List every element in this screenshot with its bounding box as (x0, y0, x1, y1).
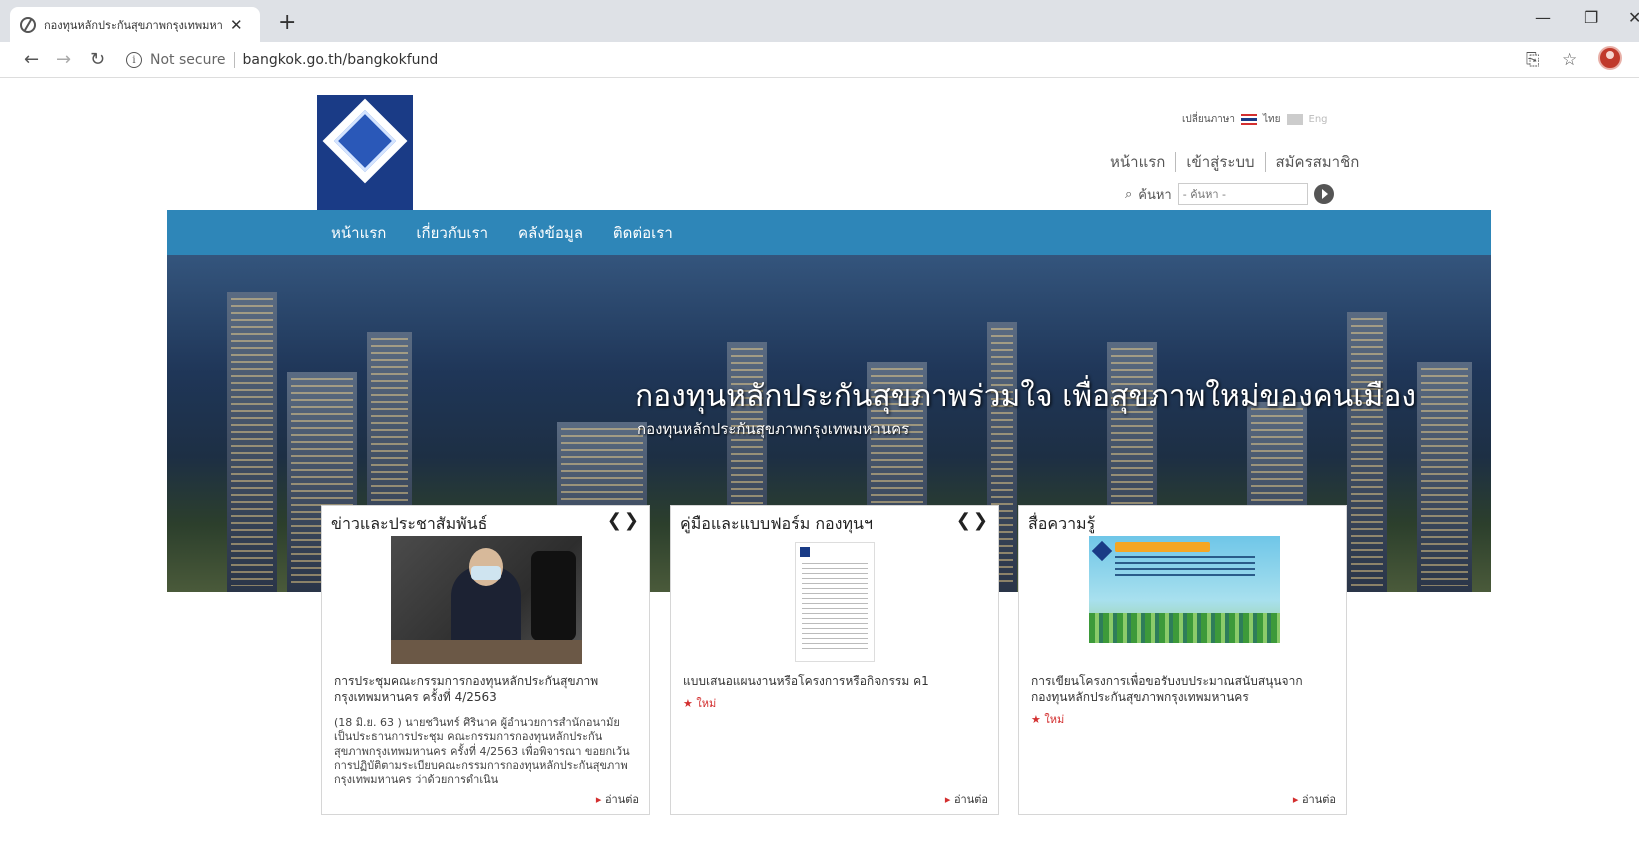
card-headline[interactable]: แบบเสนอแผนงานหรือโครงการหรือกิจกรรม ค1 (683, 674, 983, 690)
profile-avatar[interactable] (1598, 46, 1622, 70)
skyline-building (1417, 362, 1472, 592)
news-card: ข่าวและประชาสัมพันธ์ ❮ ❯ การประชุมคณะกรรม… (321, 505, 650, 815)
search-icon: ⌕ (1125, 186, 1133, 202)
forms-card: คู่มือและแบบฟอร์ม กองทุนฯ ❮ ❯ แบบเสนอแผนง… (670, 505, 999, 815)
close-window-icon[interactable]: ✕ (1628, 8, 1639, 27)
lang-en[interactable]: Eng (1309, 114, 1328, 125)
back-icon[interactable]: ← (24, 49, 39, 70)
url-text[interactable]: bangkok.go.th/bangkokfund (243, 52, 439, 68)
nav-about[interactable]: เกี่ยวกับเรา (416, 221, 488, 245)
news-photo[interactable] (391, 536, 582, 664)
browser-tab[interactable]: กองทุนหลักประกันสุขภาพกรุงเทพมหา... ✕ (10, 7, 260, 42)
thai-flag-icon[interactable] (1241, 114, 1258, 125)
prev-arrow-icon[interactable]: ❮ (607, 510, 622, 531)
site-logo[interactable] (317, 95, 413, 219)
english-flag-icon[interactable] (1286, 114, 1303, 125)
next-arrow-icon[interactable]: ❯ (973, 510, 988, 531)
card-title: คู่มือและแบบฟอร์ม กองทุนฯ (680, 514, 873, 533)
top-links: หน้าแรก เข้าสู่ระบบ สมัครสมาชิก (1100, 150, 1369, 174)
card-title: ข่าวและประชาสัมพันธ์ (331, 514, 488, 533)
reload-icon[interactable]: ↻ (90, 49, 105, 70)
card-pager: ❮ ❯ (605, 510, 639, 531)
nav-contact[interactable]: ติดต่อเรา (613, 221, 673, 245)
minimize-icon[interactable]: — (1535, 8, 1551, 27)
translate-icon[interactable]: ⎘ (1526, 50, 1540, 70)
globe-icon (20, 16, 36, 33)
nav-home[interactable]: หน้าแรก (331, 221, 386, 245)
knowledge-card: สื่อความรู้ การเขียนโครงการเพื่อขอรับงบป… (1018, 505, 1347, 815)
close-tab-icon[interactable]: ✕ (230, 16, 243, 34)
card-headline[interactable]: การประชุมคณะกรรมการกองทุนหลักประกันสุขภา… (334, 674, 634, 705)
next-arrow-icon[interactable]: ❯ (624, 510, 639, 531)
search-bar: ⌕ ค้นหา (1125, 183, 1334, 205)
lang-label: เปลี่ยนภาษา (1182, 114, 1236, 125)
search-label: ค้นหา (1138, 187, 1172, 203)
restore-icon[interactable]: ❐ (1584, 8, 1598, 27)
info-icon[interactable]: i (126, 52, 142, 68)
search-input[interactable] (1177, 183, 1308, 205)
main-nav: หน้าแรก เกี่ยวกับเรา คลังข้อมูล ติดต่อเร… (167, 210, 1491, 255)
prev-arrow-icon[interactable]: ❮ (956, 510, 971, 531)
skyline-building (227, 292, 277, 592)
lang-th[interactable]: ไทย (1263, 112, 1280, 127)
browser-tab-bar: กองทุนหลักประกันสุขภาพกรุงเทพมหา... ✕ + … (0, 0, 1639, 42)
card-body: (18 มิ.ย. 63 ) นายชวินทร์ ศิรินาค ผู้อำน… (334, 716, 630, 787)
hero-subtitle: กองทุนหลักประกันสุขภาพกรุงเทพมหานคร (637, 420, 910, 438)
not-secure-label: Not secure (150, 52, 226, 68)
url-field[interactable]: i Not secure bangkok.go.th/bangkokfund (126, 47, 438, 73)
toplink-register[interactable]: สมัครสมาชิก (1266, 150, 1370, 174)
toplink-home[interactable]: หน้าแรก (1100, 150, 1175, 174)
skyline-building (1347, 312, 1387, 592)
document-thumbnail[interactable] (795, 542, 875, 662)
tab-title: กองทุนหลักประกันสุขภาพกรุงเทพมหา... (44, 18, 222, 32)
forward-icon[interactable]: → (56, 49, 71, 70)
address-bar: ← → ↻ i Not secure bangkok.go.th/bangkok… (0, 42, 1639, 78)
read-more-link[interactable]: อ่านต่อ (596, 790, 639, 808)
new-badge: ★ ใหม่ (1031, 713, 1065, 726)
card-title: สื่อความรู้ (1028, 514, 1096, 533)
bookmark-star-icon[interactable]: ☆ (1562, 50, 1577, 70)
poster-thumbnail[interactable] (1089, 536, 1280, 643)
logo-emblem (322, 98, 408, 184)
toplink-login[interactable]: เข้าสู่ระบบ (1176, 150, 1264, 174)
card-pager: ❮ ❯ (954, 510, 988, 531)
new-tab-button[interactable]: + (278, 10, 296, 35)
hero-title: กองทุนหลักประกันสุขภาพร่วมใจ เพื่อสุขภาพ… (635, 379, 1416, 414)
url-separator (233, 52, 235, 68)
new-badge: ★ ใหม่ (683, 697, 717, 710)
nav-library[interactable]: คลังข้อมูล (518, 221, 583, 245)
read-more-link[interactable]: อ่านต่อ (1293, 790, 1336, 808)
card-headline[interactable]: การเขียนโครงการเพื่อขอรับงบประมาณสนับสนุ… (1031, 674, 1331, 705)
read-more-link[interactable]: อ่านต่อ (945, 790, 988, 808)
language-switcher: เปลี่ยนภาษา ไทย Eng (1182, 112, 1328, 127)
search-go-button[interactable] (1313, 184, 1334, 204)
logo-caption (364, 187, 366, 194)
